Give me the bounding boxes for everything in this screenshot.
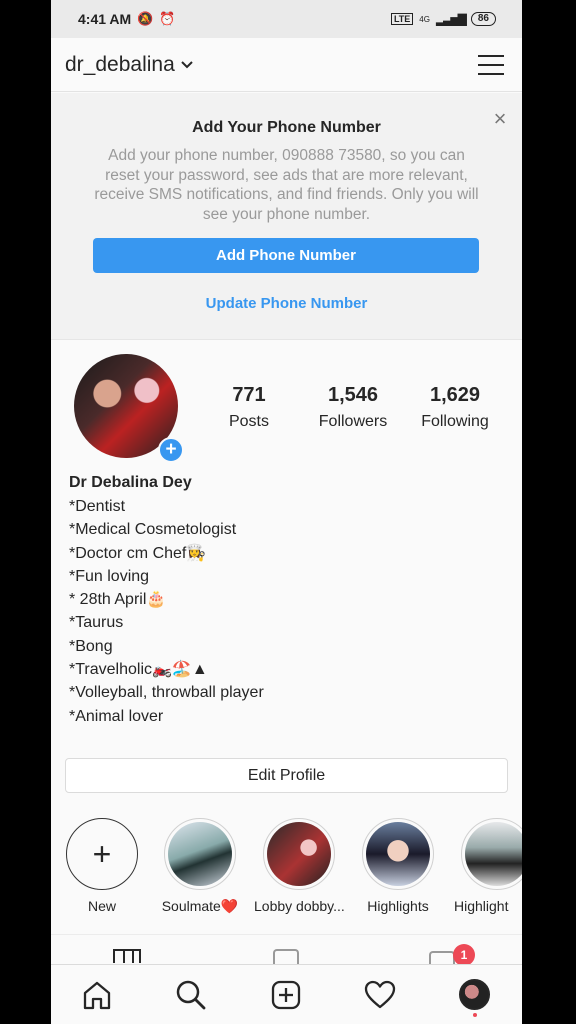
account-switcher[interactable]: dr_debalina bbox=[65, 53, 193, 77]
highlight-label: Highlight bbox=[454, 898, 509, 914]
app-screen: 4:41 AM 🔕 ⏰ LTE 4G ▂▃▅▇ 86 dr_debalina ×… bbox=[51, 0, 522, 1024]
highlight-item[interactable]: Highlights bbox=[353, 818, 443, 914]
highlight-new[interactable]: + New bbox=[57, 818, 147, 914]
followers-label: Followers bbox=[318, 413, 388, 430]
bio-line: *Animal lover bbox=[69, 707, 164, 725]
highlight-cover bbox=[465, 822, 522, 886]
story-highlights: + New Soulmate❤️ Lobby dobby... Highligh… bbox=[51, 818, 522, 918]
chevron-down-icon bbox=[181, 60, 193, 68]
profile-name: Dr Debalina Dey bbox=[69, 474, 192, 491]
add-phone-card: × Add Your Phone Number Add your phone n… bbox=[51, 93, 522, 340]
highlight-cover bbox=[267, 822, 331, 886]
bottom-navigation bbox=[51, 964, 522, 1024]
bio-line: *Doctor cm Chef👩‍🍳 bbox=[69, 544, 207, 562]
followers-count: 1,546 bbox=[327, 384, 379, 406]
grid-icon[interactable] bbox=[113, 949, 141, 963]
following-stat[interactable]: 1,629 Following bbox=[415, 384, 495, 431]
following-count: 1,629 bbox=[429, 384, 481, 406]
profile-bio: Dr Debalina Dey *Dentist *Medical Cosmet… bbox=[69, 473, 509, 728]
highlight-item[interactable]: Lobby dobby... bbox=[254, 818, 345, 914]
signal-icon: ▂▃▅▇ bbox=[435, 12, 467, 26]
bio-line: *Dentist bbox=[69, 498, 126, 515]
bio-line: *Fun loving bbox=[69, 567, 150, 585]
highlight-item[interactable]: Highlight bbox=[452, 818, 522, 914]
bio-line: *Bong bbox=[69, 637, 113, 655]
bio-line: *Volleyball, throwball player bbox=[69, 684, 264, 702]
highlight-item[interactable]: Soulmate❤️ bbox=[155, 818, 245, 915]
highlight-cover bbox=[366, 822, 430, 886]
battery-indicator: 86 bbox=[470, 12, 496, 26]
tagged-icon[interactable] bbox=[429, 951, 455, 965]
profile-header: dr_debalina bbox=[51, 38, 522, 92]
hamburger-menu-icon[interactable] bbox=[478, 54, 504, 75]
bio-line: * 28th April🎂 bbox=[69, 591, 167, 609]
add-phone-number-button[interactable]: Add Phone Number bbox=[93, 238, 479, 273]
add-story-icon[interactable]: + bbox=[158, 437, 184, 463]
profile-tabs bbox=[51, 934, 522, 965]
username-label: dr_debalina bbox=[65, 52, 175, 76]
bio-line: *Medical Cosmetologist bbox=[69, 521, 237, 539]
plus-icon: + bbox=[66, 818, 138, 890]
highlight-label: Lobby dobby... bbox=[254, 898, 345, 914]
card-description: Add your phone number, 090888 73580, so … bbox=[94, 147, 479, 223]
update-phone-number-link[interactable]: Update Phone Number bbox=[51, 295, 522, 312]
posts-stat[interactable]: 771 Posts bbox=[223, 384, 275, 431]
activity-dot bbox=[473, 1013, 477, 1017]
highlight-label: Soulmate❤️ bbox=[161, 898, 239, 914]
bio-line: *Travelholic🏍️🏖️▲ bbox=[69, 661, 208, 679]
alarm-icon: ⏰ bbox=[159, 11, 176, 26]
search-icon[interactable] bbox=[175, 979, 207, 1011]
heart-icon[interactable] bbox=[364, 979, 396, 1011]
highlight-cover bbox=[168, 822, 232, 886]
posts-label: Posts bbox=[228, 413, 269, 430]
volte-icon: LTE bbox=[390, 13, 414, 25]
bio-line: *Taurus bbox=[69, 614, 124, 632]
highlight-label: New bbox=[87, 898, 116, 914]
following-label: Following bbox=[421, 413, 489, 430]
followers-stat[interactable]: 1,546 Followers bbox=[313, 384, 393, 431]
new-post-icon[interactable] bbox=[270, 979, 302, 1011]
clock: 4:41 AM bbox=[78, 11, 132, 27]
highlight-label: Highlights bbox=[367, 898, 429, 914]
profile-tab-avatar[interactable] bbox=[459, 979, 490, 1010]
edit-profile-button[interactable]: Edit Profile bbox=[65, 758, 508, 793]
notification-badge: 1 bbox=[453, 944, 475, 966]
posts-count: 771 bbox=[232, 384, 266, 406]
network-label: 4G bbox=[419, 14, 430, 24]
status-bar: 4:41 AM 🔕 ⏰ LTE 4G ▂▃▅▇ 86 bbox=[51, 0, 522, 38]
mute-icon: 🔕 bbox=[137, 11, 154, 26]
card-title: Add Your Phone Number bbox=[192, 119, 381, 136]
igtv-icon[interactable] bbox=[273, 949, 299, 965]
home-icon[interactable] bbox=[81, 979, 113, 1011]
